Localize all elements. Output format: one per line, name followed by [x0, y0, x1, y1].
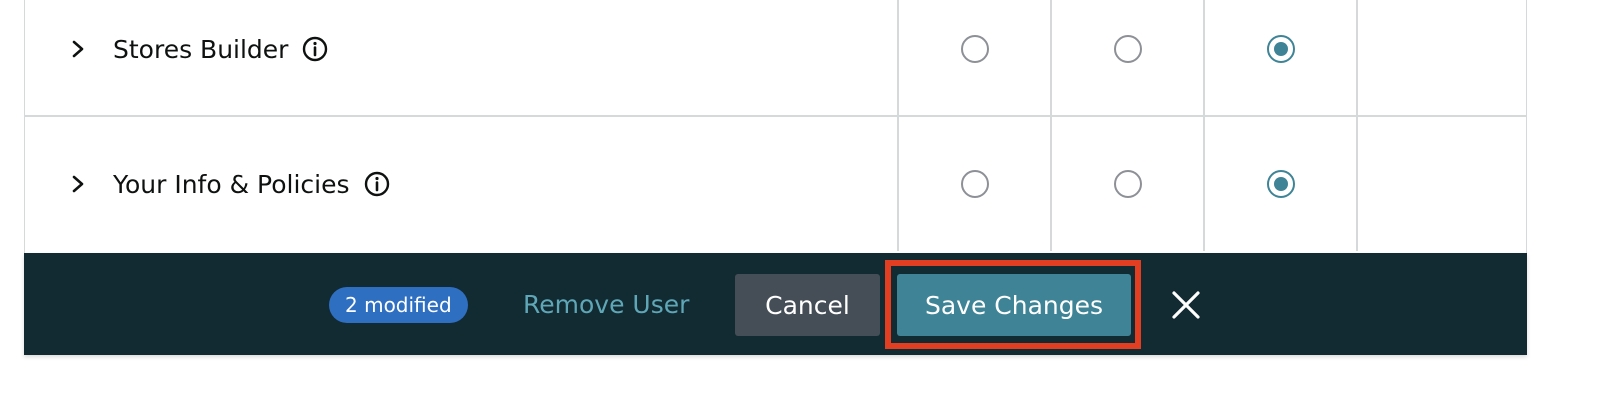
save-changes-button[interactable]: Save Changes — [897, 274, 1131, 336]
info-icon[interactable] — [364, 171, 390, 197]
sticky-action-bar: 2 modified Remove User Cancel Save Chang… — [24, 253, 1527, 355]
chevron-right-icon[interactable] — [69, 40, 87, 58]
remove-user-link[interactable]: Remove User — [523, 287, 689, 323]
empty-cell — [1358, 0, 1526, 115]
cancel-button[interactable]: Cancel — [735, 274, 880, 336]
permission-radio-view[interactable] — [1113, 170, 1142, 198]
chevron-right-icon[interactable] — [69, 175, 87, 193]
permissions-table: Stores Builder Your Info & Policies — [24, 0, 1527, 253]
info-icon[interactable] — [302, 36, 328, 62]
row-label-cell: Your Info & Policies — [25, 117, 899, 251]
permission-radio-edit[interactable] — [1266, 35, 1295, 63]
table-row: Stores Builder — [25, 0, 1526, 117]
row-label-cell: Stores Builder — [25, 0, 899, 115]
radio-cell — [1205, 117, 1358, 251]
row-label: Stores Builder — [113, 34, 289, 64]
modified-count-badge: 2 modified — [329, 287, 468, 323]
empty-cell — [1358, 117, 1526, 251]
close-icon[interactable] — [1166, 285, 1206, 325]
table-row: Your Info & Policies — [25, 117, 1526, 251]
permission-radio-none[interactable] — [960, 35, 989, 63]
permission-radio-none[interactable] — [960, 170, 989, 198]
permission-radio-view[interactable] — [1113, 35, 1142, 63]
radio-cell — [899, 0, 1052, 115]
radio-cell — [1205, 0, 1358, 115]
radio-cell — [1052, 117, 1205, 251]
page: Stores Builder Your Info & Policies 2 mo… — [0, 0, 1602, 402]
row-label: Your Info & Policies — [113, 169, 350, 199]
radio-cell — [899, 117, 1052, 251]
radio-cell — [1052, 0, 1205, 115]
permission-radio-edit[interactable] — [1266, 170, 1295, 198]
